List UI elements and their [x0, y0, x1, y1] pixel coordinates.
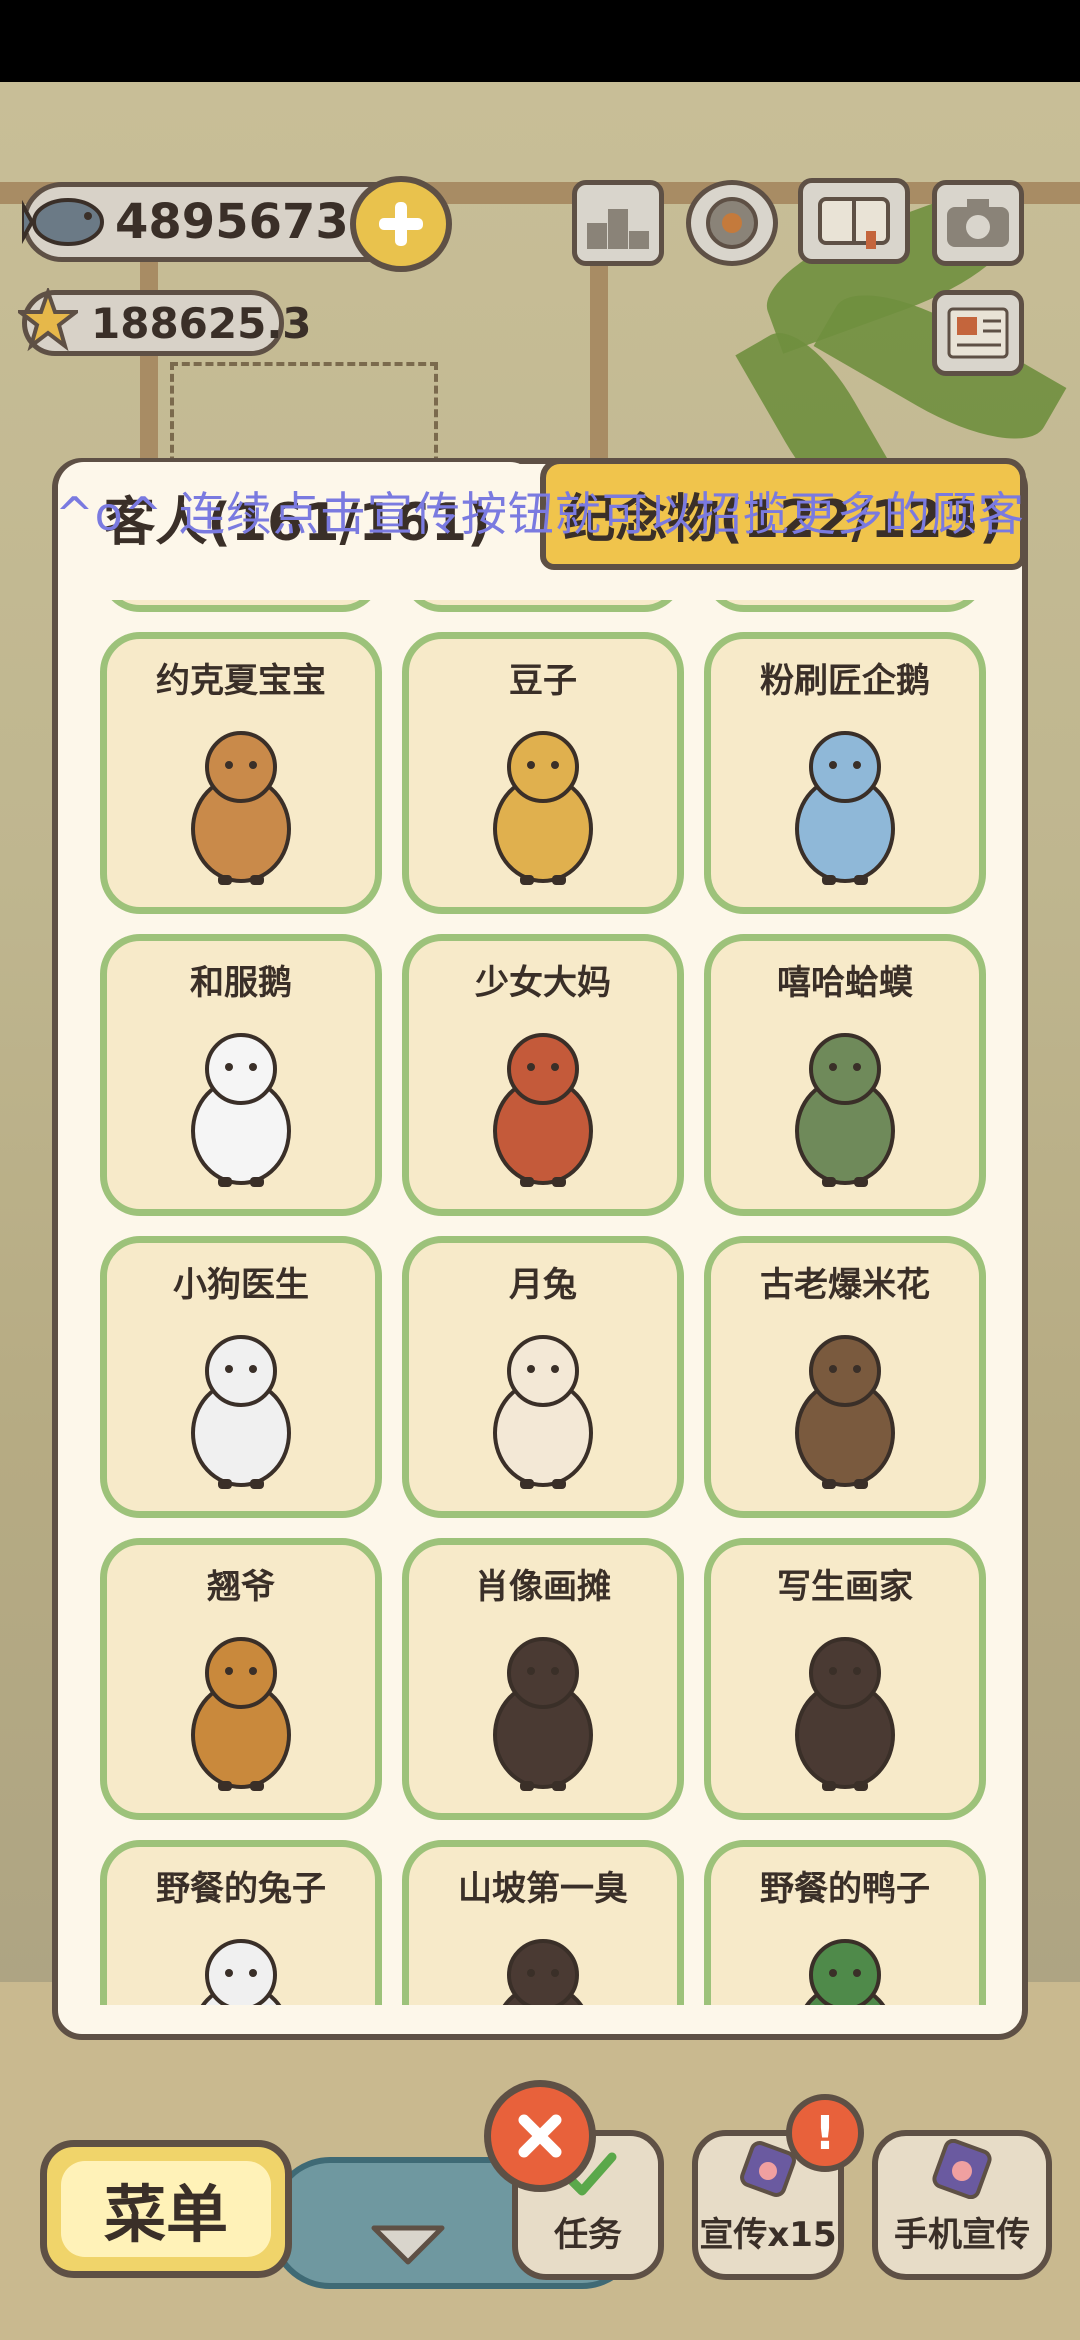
close-icon	[518, 2114, 562, 2158]
guest-name: 野餐的兔子	[156, 1869, 326, 1909]
camera-button[interactable]	[932, 180, 1024, 266]
guest-card[interactable]: 肖像画摊	[402, 1538, 684, 1820]
add-currency-button[interactable]	[350, 176, 452, 272]
guest-name: 豆子	[509, 661, 577, 701]
newspaper-icon	[947, 307, 1009, 359]
book-icon	[818, 197, 890, 249]
guest-character-icon	[493, 1637, 593, 1791]
camera-icon	[947, 199, 1009, 247]
phone-paw-icon	[932, 2139, 992, 2199]
guest-character-icon	[795, 731, 895, 885]
guest-name: 写生画家	[777, 1567, 913, 1607]
fish-count: 48956730	[115, 194, 383, 250]
guest-name: 粉刷匠企鹅	[760, 661, 930, 701]
guest-card[interactable]: 野餐的鸭子	[704, 1840, 986, 2005]
guest-character-icon	[191, 1335, 291, 1489]
guest-card[interactable]: 和服鹅	[100, 934, 382, 1216]
guest-card[interactable]: 小狗医生	[100, 1236, 382, 1518]
guest-card[interactable]: 写生画家	[704, 1538, 986, 1820]
guest-character-icon	[493, 731, 593, 885]
guest-card[interactable]: 古老爆米花	[704, 1236, 986, 1518]
podium-icon	[587, 209, 649, 249]
close-button[interactable]	[484, 2080, 596, 2192]
guest-name: 小狗医生	[173, 1265, 309, 1305]
guest-character-icon	[795, 1335, 895, 1489]
guest-character-icon	[795, 1033, 895, 1187]
menu-button[interactable]: 菜单	[40, 2140, 292, 2278]
guest-name: 嘻哈蛤蟆	[777, 963, 913, 1003]
guest-character-icon	[493, 1033, 593, 1187]
guest-card[interactable]: 翘爷	[100, 1538, 382, 1820]
menu-label: 菜单	[103, 2178, 228, 2251]
guest-name: 月兔	[509, 1265, 577, 1305]
guest-name: 肖像画摊	[475, 1567, 611, 1607]
tip-text: ^o^ 连续点击宣传按钮就可以招揽更多的顾客	[55, 487, 1025, 541]
fish-icon	[20, 186, 112, 258]
star-icon	[14, 285, 82, 354]
guest-card-partial[interactable]	[402, 600, 684, 612]
guest-name: 野餐的鸭子	[760, 1869, 930, 1909]
guest-character-icon	[191, 1637, 291, 1791]
guest-card[interactable]: 野餐的兔子	[100, 1840, 382, 2005]
status-bar	[0, 0, 1080, 82]
phone-promote-button[interactable]: 手机宣传	[872, 2130, 1052, 2280]
guest-card-partial[interactable]	[100, 600, 382, 612]
guest-card[interactable]: 约克夏宝宝	[100, 632, 382, 914]
guest-name: 约克夏宝宝	[156, 661, 326, 701]
phone-promote-label: 手机宣传	[894, 2215, 1030, 2255]
plus-icon	[379, 202, 423, 246]
guest-card[interactable]: 嘻哈蛤蟆	[704, 934, 986, 1216]
guest-name: 和服鹅	[190, 963, 292, 1003]
guest-character-icon	[804, 1939, 886, 2005]
task-label: 任务	[554, 2215, 622, 2255]
expand-arrow-icon[interactable]	[368, 2222, 448, 2268]
newspaper-button[interactable]	[932, 290, 1024, 376]
guest-card[interactable]: 少女大妈	[402, 934, 684, 1216]
guestbook-button[interactable]	[798, 178, 910, 264]
promote-label: 宣传x15	[699, 2215, 837, 2255]
alert-badge: !	[786, 2094, 864, 2172]
guest-name: 少女大妈	[475, 963, 611, 1003]
settings-button[interactable]	[686, 180, 778, 266]
guest-character-icon	[493, 1335, 593, 1489]
guest-character-icon	[191, 1033, 291, 1187]
guest-character-icon	[191, 731, 291, 885]
guest-character-icon	[795, 1637, 895, 1791]
ranking-button[interactable]	[572, 180, 664, 266]
guest-card-partial[interactable]	[704, 600, 986, 612]
guest-card[interactable]: 粉刷匠企鹅	[704, 632, 986, 914]
star-count: 188625.3	[91, 298, 312, 348]
guest-card[interactable]: 月兔	[402, 1236, 684, 1518]
guest-card[interactable]: 豆子	[402, 632, 684, 914]
guest-grid[interactable]: 约克夏宝宝 豆子 粉刷匠企鹅和服鹅 少女大妈 嘻哈蛤蟆小狗医生 月兔 古老爆米花翘爷 肖像画摊…	[100, 600, 1000, 2005]
guest-character-icon	[502, 1939, 584, 2005]
gear-icon	[706, 197, 758, 249]
guest-name: 翘爷	[207, 1567, 275, 1607]
guest-character-icon	[200, 1939, 282, 2005]
guest-card[interactable]: 山坡第一臭	[402, 1840, 684, 2005]
guest-name: 山坡第一臭	[458, 1869, 628, 1909]
guest-name: 古老爆米花	[760, 1265, 930, 1305]
